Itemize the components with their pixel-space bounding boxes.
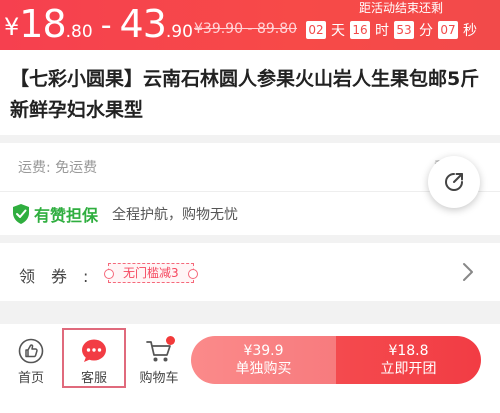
guarantee-title: 有赞担保 — [34, 206, 99, 225]
price-range: ¥18.80-43.90 — [4, 2, 193, 46]
single-label: 单独购买 — [235, 361, 292, 377]
nav-home[interactable]: 首页 — [8, 338, 54, 404]
group-label: 立即开团 — [380, 361, 437, 377]
currency-symbol: ¥ — [4, 13, 20, 41]
single-price: ¥39.9 — [243, 343, 284, 359]
coupon-label: 领券: — [19, 263, 88, 287]
countdown-hours-unit: 时 — [375, 23, 389, 39]
countdown-seconds: 07 — [438, 21, 458, 39]
countdown-minutes: 53 — [394, 21, 414, 39]
product-title-card: 【七彩小圆果】云南石林圆人参果火山岩人生果包邮5斤 新鲜孕妇水果型 — [0, 50, 500, 135]
nav-customer-service[interactable]: 客服 — [62, 328, 126, 388]
group-price: ¥18.8 — [388, 343, 429, 359]
countdown-hours: 16 — [350, 21, 370, 39]
buy-alone-button[interactable]: ¥39.9 单独购买 — [191, 336, 336, 384]
min-price-decimal: .80 — [65, 22, 93, 42]
share-arrow-icon — [445, 173, 463, 191]
thumbs-up-icon — [18, 338, 44, 364]
chat-bubble-icon — [82, 339, 106, 362]
countdown-days: 02 — [306, 21, 326, 39]
nav-cart[interactable]: 购物车 — [134, 336, 184, 404]
bottom-action-bar: 首页 客服 购物车 ¥39.9 单独购买 ¥18.8 立即开团 — [0, 324, 500, 413]
product-title: 【七彩小圆果】云南石林圆人参果火山岩人生果包邮5斤 新鲜孕妇水果型 — [10, 68, 480, 121]
coupon-label-colon: : — [83, 267, 89, 286]
divider — [0, 191, 500, 192]
min-price-integer: 18 — [19, 2, 66, 46]
coupon-row[interactable]: 领券: 无门槛减3 — [0, 243, 500, 301]
countdown: 距活动结束还剩 02 天 16 时 53 分 07 秒 — [306, 0, 496, 40]
coupon-label-a: 领 — [19, 267, 52, 286]
section-gap — [0, 310, 500, 324]
price-bar: ¥18.80-43.90 ¥39.90 - 89.80 距活动结束还剩 02 天… — [0, 0, 500, 50]
purchase-buttons: ¥39.9 单独购买 ¥18.8 立即开团 — [191, 336, 481, 384]
shipping-card: 运费: 免运费 剩 有赞担保 全程护航，购物无忧 — [0, 143, 500, 235]
countdown-title: 距活动结束还剩 — [358, 1, 443, 15]
countdown-days-unit: 天 — [331, 23, 345, 39]
countdown-row: 02 天 16 时 53 分 07 秒 — [306, 20, 496, 40]
start-group-button[interactable]: ¥18.8 立即开团 — [336, 336, 481, 384]
nav-home-label: 首页 — [17, 371, 44, 386]
nav-cart-label: 购物车 — [139, 371, 179, 386]
shipping-label: 运费: 免运费 — [18, 160, 98, 176]
countdown-seconds-unit: 秒 — [463, 23, 477, 39]
coupon-tag[interactable]: 无门槛减3 — [104, 263, 198, 283]
shield-check-icon — [13, 204, 29, 224]
coupon-label-b: 券 — [51, 267, 84, 286]
max-price-decimal: .90 — [165, 22, 193, 42]
original-price: ¥39.90 - 89.80 — [194, 21, 298, 37]
max-price-integer: 43 — [119, 2, 167, 46]
guarantee-row[interactable]: 有赞担保 全程护航，购物无忧 — [12, 202, 238, 226]
countdown-minutes-unit: 分 — [419, 23, 433, 39]
chevron-right-icon — [463, 263, 473, 281]
guarantee-desc: 全程护航，购物无忧 — [112, 207, 239, 223]
cart-badge-dot — [166, 336, 175, 345]
nav-service-label: 客服 — [80, 371, 107, 386]
price-separator: - — [100, 8, 112, 43]
share-float-button[interactable] — [428, 156, 480, 208]
